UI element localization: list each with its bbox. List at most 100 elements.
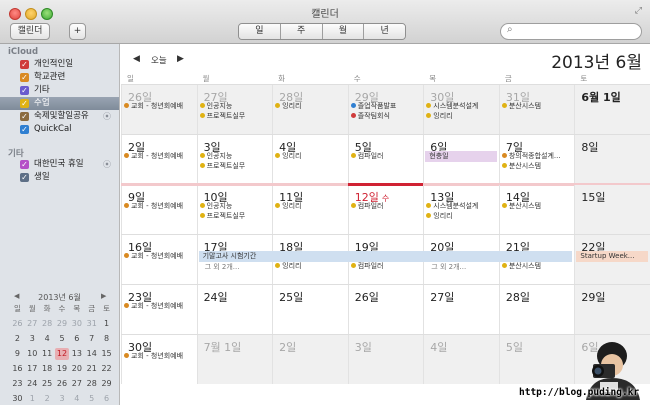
- day-cell[interactable]: 25일: [272, 285, 348, 334]
- calendar-event[interactable]: 프로젝트실무: [199, 161, 271, 171]
- mini-day[interactable]: 3: [25, 333, 40, 345]
- mini-day[interactable]: 6: [69, 333, 84, 345]
- day-cell[interactable]: 3일: [347, 335, 424, 384]
- mini-day[interactable]: 10: [25, 348, 40, 360]
- calendar-event[interactable]: 교회 - 청년회예배: [124, 101, 195, 111]
- add-event-button[interactable]: +: [69, 23, 86, 40]
- calendar-event[interactable]: 인공지능: [199, 101, 271, 111]
- mini-day[interactable]: 25: [40, 378, 55, 390]
- calendar-item[interactable]: ✓ 학교관련: [0, 71, 119, 84]
- tab-day[interactable]: 일: [239, 24, 281, 39]
- day-cell[interactable]: 4일: [423, 335, 499, 384]
- calendar-event[interactable]: 잉리리: [275, 201, 346, 211]
- fullscreen-icon[interactable]: ⤢: [635, 6, 642, 16]
- calendar-event[interactable]: 잉리리: [275, 101, 346, 111]
- calendar-checkbox[interactable]: ✓: [20, 160, 29, 169]
- calendar-item[interactable]: ✓ 숙제및할일공유 ⦿: [0, 110, 119, 123]
- calendar-event[interactable]: 인공지능: [199, 201, 271, 211]
- calendar-event[interactable]: 분산시스템: [501, 101, 573, 111]
- calendar-event[interactable]: 교회 - 청년회예배: [124, 201, 195, 211]
- calendar-event[interactable]: 잉리리: [426, 211, 497, 221]
- mini-day[interactable]: 14: [84, 348, 99, 360]
- calendar-event[interactable]: 시스템분석설계: [426, 201, 497, 211]
- calendar-event[interactable]: 교회 - 청년회예배: [124, 301, 195, 311]
- day-cell[interactable]: 29일: [574, 285, 650, 334]
- calendar-event[interactable]: 분산시스템: [501, 161, 573, 171]
- mini-day[interactable]: 29: [55, 318, 70, 330]
- today-button[interactable]: 오늘: [151, 54, 167, 66]
- mini-day[interactable]: 29: [99, 378, 114, 390]
- mini-day[interactable]: 17: [25, 363, 40, 375]
- mini-day[interactable]: 3: [55, 393, 70, 405]
- calendar-checkbox[interactable]: ✓: [20, 112, 29, 121]
- mini-day[interactable]: 26: [10, 318, 25, 330]
- calendar-checkbox[interactable]: ✓: [20, 73, 29, 82]
- mini-day[interactable]: 7: [84, 333, 99, 345]
- calendar-checkbox[interactable]: ✓: [20, 125, 29, 134]
- calendar-item[interactable]: ✓ 수업: [0, 97, 119, 110]
- mini-day[interactable]: 13: [69, 348, 84, 360]
- mini-day[interactable]: 21: [84, 363, 99, 375]
- calendar-event[interactable]: 프로젝트실무: [199, 211, 271, 221]
- more-events-link[interactable]: 그 외 2개...: [205, 262, 240, 272]
- day-cell[interactable]: 6월 1일: [574, 85, 650, 134]
- all-day-event[interactable]: Startup Week...: [576, 251, 648, 262]
- mini-day[interactable]: 22: [99, 363, 114, 375]
- day-cell[interactable]: 26일: [347, 285, 424, 334]
- tab-year[interactable]: 년: [364, 24, 405, 39]
- calendars-button[interactable]: 캘린더: [10, 23, 50, 40]
- all-day-event[interactable]: 현충일: [425, 151, 497, 162]
- mini-day[interactable]: 28: [84, 378, 99, 390]
- day-cell[interactable]: 15일: [574, 185, 650, 234]
- calendar-checkbox[interactable]: ✓: [20, 86, 29, 95]
- mini-day[interactable]: 2: [40, 393, 55, 405]
- calendar-event[interactable]: 컴파일러: [350, 151, 422, 161]
- calendar-item[interactable]: ✓ 대한민국 휴일 ⦿: [0, 158, 119, 171]
- prev-month-icon[interactable]: ◀: [133, 54, 140, 64]
- next-month-icon[interactable]: ▶: [177, 54, 184, 64]
- calendar-event[interactable]: 잉리리: [426, 111, 497, 121]
- mini-day[interactable]: 15: [99, 348, 114, 360]
- mini-day[interactable]: 1: [99, 318, 114, 330]
- calendar-event[interactable]: 졸업작품발표: [350, 101, 422, 111]
- mini-day[interactable]: 31: [84, 318, 99, 330]
- calendar-checkbox[interactable]: ✓: [20, 173, 29, 182]
- mini-day[interactable]: 28: [40, 318, 55, 330]
- mini-day[interactable]: 8: [99, 333, 114, 345]
- calendar-event[interactable]: 컴파일러: [350, 261, 422, 271]
- mini-day[interactable]: 12: [54, 348, 70, 360]
- mini-day[interactable]: 20: [69, 363, 84, 375]
- mini-day[interactable]: 9: [10, 348, 25, 360]
- day-cell[interactable]: 24일: [196, 285, 273, 334]
- more-events-link[interactable]: 그 외 2개...: [431, 262, 466, 272]
- calendar-item[interactable]: ✓ 개인적인일: [0, 58, 119, 71]
- calendar-event[interactable]: 졸작팀회식: [350, 111, 422, 121]
- mini-day[interactable]: 19: [55, 363, 70, 375]
- mini-day[interactable]: 4: [69, 393, 84, 405]
- mini-day[interactable]: 30: [10, 393, 25, 405]
- calendar-event[interactable]: 분산시스템: [501, 201, 573, 211]
- mini-day[interactable]: 26: [55, 378, 70, 390]
- calendar-event[interactable]: 잉리리: [275, 261, 346, 271]
- mini-day[interactable]: 4: [40, 333, 55, 345]
- calendar-event[interactable]: 프로젝트실무: [199, 111, 271, 121]
- tab-month[interactable]: 월: [322, 24, 365, 39]
- mini-day[interactable]: 16: [10, 363, 25, 375]
- mini-day[interactable]: 27: [69, 378, 84, 390]
- search-input[interactable]: ⌕: [500, 23, 642, 40]
- day-cell[interactable]: 8일: [574, 135, 650, 184]
- mini-day[interactable]: 1: [25, 393, 40, 405]
- mini-day[interactable]: 11: [40, 348, 55, 360]
- calendar-event[interactable]: 교회 - 청년회예배: [124, 251, 195, 261]
- calendar-event[interactable]: 창의적종합설계...: [501, 151, 573, 161]
- mini-day[interactable]: 27: [25, 318, 40, 330]
- mini-day[interactable]: 30: [69, 318, 84, 330]
- mini-day[interactable]: 5: [84, 393, 99, 405]
- mini-day[interactable]: 5: [55, 333, 70, 345]
- tab-week[interactable]: 주: [280, 24, 323, 39]
- calendar-item[interactable]: ✓ 생일: [0, 171, 119, 184]
- calendar-item[interactable]: ✓ QuickCal: [0, 123, 119, 136]
- calendar-checkbox[interactable]: ✓: [20, 99, 29, 108]
- mini-day[interactable]: 6: [99, 393, 114, 405]
- mini-day[interactable]: 2: [10, 333, 25, 345]
